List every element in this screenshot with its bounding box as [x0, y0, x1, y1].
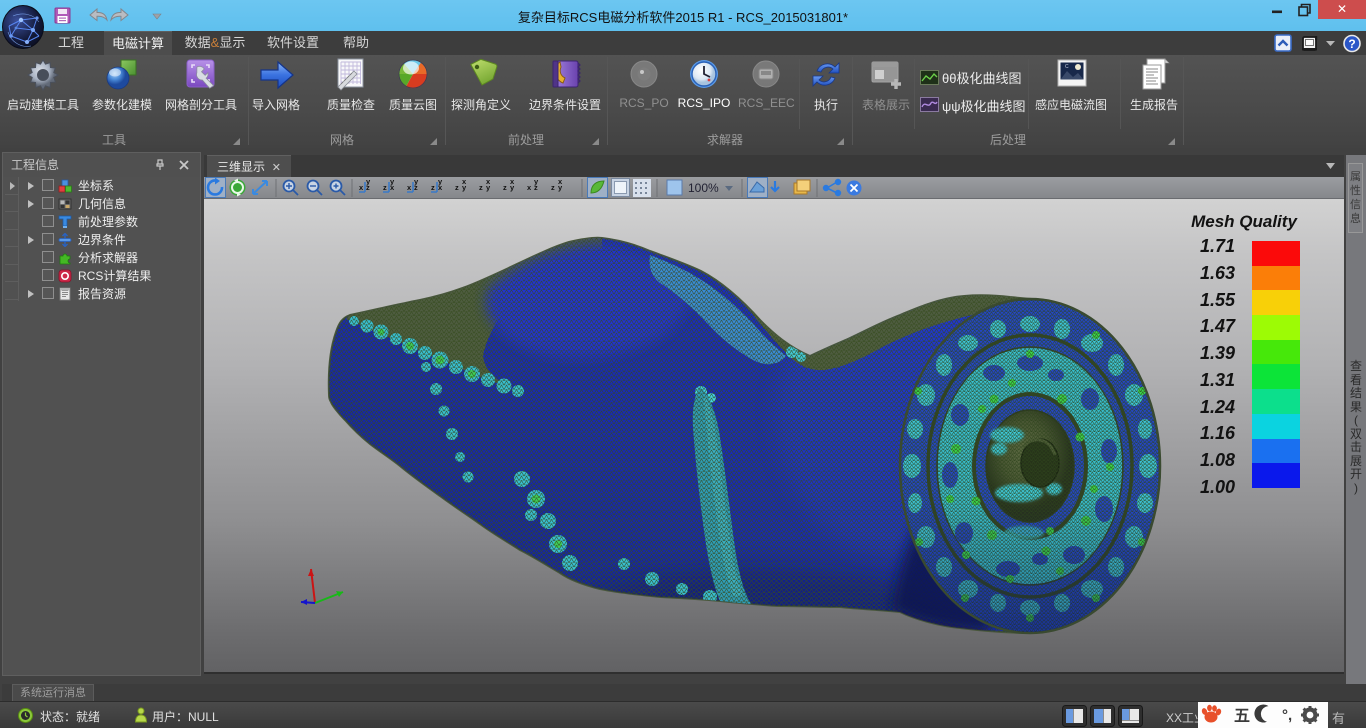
svg-text:x: x [558, 177, 563, 186]
svg-text:z: z [431, 183, 435, 192]
svg-text:?: ? [1348, 37, 1355, 51]
svg-text:°,: °, [1282, 707, 1292, 724]
svg-text:x: x [527, 183, 532, 192]
svg-text:x: x [486, 177, 491, 186]
svg-text:y: y [438, 177, 443, 186]
svg-text:x: x [462, 177, 467, 186]
svg-text:y: y [366, 177, 371, 186]
svg-text:y: y [534, 177, 539, 186]
svg-text:x: x [359, 183, 364, 192]
svg-text:x: x [510, 177, 515, 186]
svg-text:z: z [383, 183, 387, 192]
svg-text:z: z [479, 183, 483, 192]
svg-text:z: z [551, 183, 555, 192]
svg-text:z: z [503, 183, 507, 192]
svg-text:y: y [414, 177, 419, 186]
svg-text:C: C [1065, 64, 1069, 70]
svg-text:y: y [390, 177, 395, 186]
svg-text:z: z [455, 183, 459, 192]
svg-text:五: 五 [1234, 708, 1250, 725]
svg-text:100%: 100% [688, 181, 719, 195]
svg-text:x: x [407, 183, 412, 192]
